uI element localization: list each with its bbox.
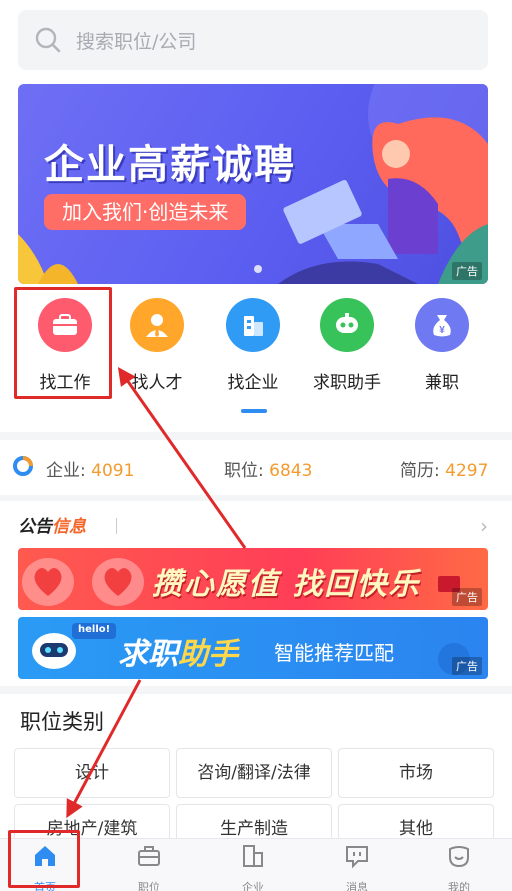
stat-job-value: 6843 <box>269 461 313 481</box>
nav-label: 企业 <box>242 881 264 891</box>
banner-title: 企业高薪诚聘 <box>44 142 296 188</box>
nav-item-jobs[interactable]: 职位 <box>114 843 184 891</box>
search-icon <box>35 27 61 53</box>
job-category-heading: 职位类别 <box>20 710 104 734</box>
profile-icon <box>449 846 469 868</box>
nav-item-company[interactable]: 企业 <box>218 843 288 891</box>
highlight-box-home <box>8 830 80 888</box>
stat-job: 职位: 6843 <box>224 456 312 481</box>
category-job-assistant[interactable]: 求职助手 <box>302 298 392 393</box>
banner-subtitle: 加入我们·创造未来 <box>44 194 247 230</box>
nav-item-profile[interactable]: 我的 <box>424 843 494 891</box>
stat-company: 企业: 4091 <box>46 456 134 481</box>
stats-ring-icon <box>13 456 33 476</box>
building-icon <box>243 845 263 867</box>
ad2-title-a: 求职 <box>118 637 178 672</box>
job-category-item[interactable]: 市场 <box>338 748 494 798</box>
category-find-company[interactable]: 找企业 <box>208 298 298 393</box>
search-bar[interactable]: 搜索职位/公司 <box>18 10 488 70</box>
section-divider <box>0 686 512 694</box>
category-label: 求职助手 <box>313 373 381 393</box>
notice-title-a: 公告 <box>18 517 52 537</box>
nav-item-messages[interactable]: 消息 <box>322 843 392 891</box>
nav-label: 消息 <box>346 881 368 891</box>
category-part-time[interactable]: ¥ 兼职 <box>397 298 487 393</box>
ad-tag: 广告 <box>452 262 482 280</box>
stats-bar: 企业: 4091 职位: 6843 简历: 4297 <box>0 448 512 484</box>
notice-title: 公告信息 <box>18 517 86 537</box>
stat-job-label: 职位: <box>224 461 264 481</box>
category-label: 找企业 <box>227 373 279 393</box>
stat-resume-value: 4297 <box>445 461 489 481</box>
notice-ad-wish[interactable]: 攒心愿值 找回快乐 广告 <box>18 548 488 610</box>
message-icon <box>346 846 368 869</box>
stat-company-value: 4091 <box>91 461 135 481</box>
category-label: 找人才 <box>131 373 183 393</box>
search-placeholder: 搜索职位/公司 <box>76 30 197 53</box>
stat-resume-label: 简历: <box>400 461 440 481</box>
highlight-box-find-job <box>14 287 112 399</box>
nav-label: 我的 <box>448 881 470 891</box>
section-divider <box>0 432 512 440</box>
category-label: 兼职 <box>425 373 459 393</box>
ad2-badge: hello! <box>78 624 111 635</box>
ad-tag: 广告 <box>452 588 482 606</box>
promo-banner[interactable]: 企业高薪诚聘 加入我们·创造未来 广告 <box>18 84 488 284</box>
job-category-item[interactable]: 设计 <box>14 748 170 798</box>
notice-header[interactable]: 公告信息 › <box>18 512 492 540</box>
ad-tag: 广告 <box>452 657 482 675</box>
money-bag-icon: ¥ <box>415 298 469 352</box>
ad2-title: 求职助手 <box>118 629 238 673</box>
notice-ad-assistant[interactable]: hello! 求职助手 智能推荐匹配 广告 <box>18 617 488 679</box>
briefcase-icon <box>138 846 160 866</box>
robot-icon <box>320 298 374 352</box>
ad2-subtitle: 智能推荐匹配 <box>274 641 394 665</box>
ad2-title-b: 助手 <box>178 637 238 672</box>
notice-title-b: 信息 <box>52 517 86 537</box>
page-indicator <box>241 409 267 413</box>
stat-resume: 简历: 4297 <box>400 456 488 481</box>
building-icon <box>226 298 280 352</box>
section-divider <box>0 495 512 501</box>
person-icon <box>130 298 184 352</box>
ad1-text: 攒心愿值 找回快乐 <box>152 567 421 602</box>
stat-company-label: 企业: <box>46 461 86 481</box>
svg-text:¥: ¥ <box>439 325 445 336</box>
nav-label: 职位 <box>138 881 160 891</box>
job-category-item[interactable]: 咨询/翻译/法律 <box>176 748 332 798</box>
chevron-right-icon[interactable]: › <box>480 514 488 538</box>
notice-separator <box>116 518 117 534</box>
category-find-talent[interactable]: 找人才 <box>112 298 202 393</box>
